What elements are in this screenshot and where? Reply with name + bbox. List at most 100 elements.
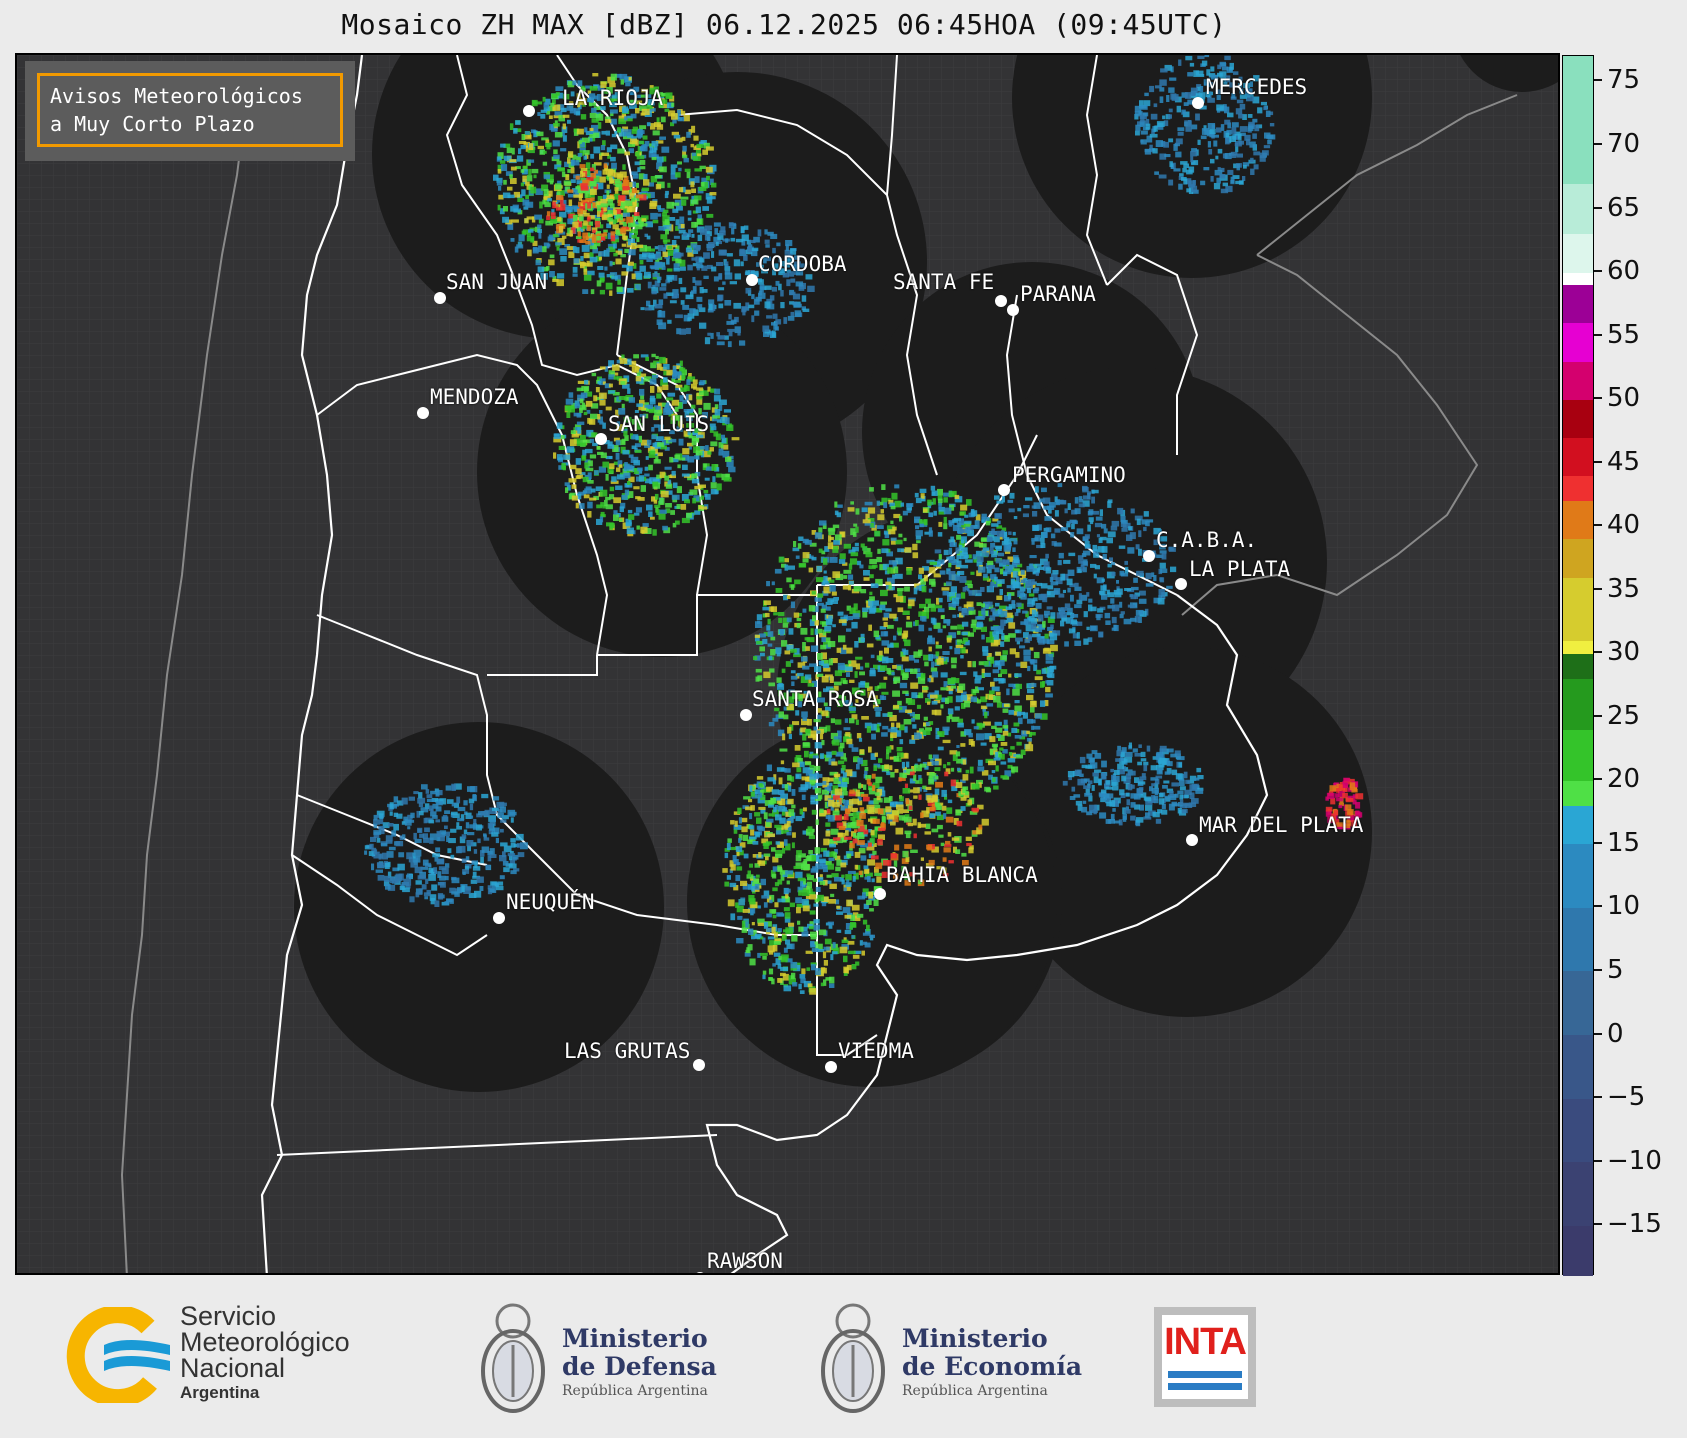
colorbar-band-0 <box>1563 1225 1593 1277</box>
colorbar-band-13 <box>1563 577 1593 642</box>
colorbar-band-7 <box>1563 805 1593 845</box>
city-label-santa-fe: SANTA FE <box>893 270 995 294</box>
city-marker-mar-del-plata <box>1186 834 1198 846</box>
colorbar-tick-mark <box>1594 1032 1602 1035</box>
colorbar-tick-label: 50 <box>1607 383 1641 414</box>
defensa-line1: Ministerio <box>562 1324 708 1353</box>
colorbar-tick-mark <box>1594 270 1602 273</box>
colorbar-band-23 <box>1563 233 1593 273</box>
city-label-mercedes: MERCEDES <box>1206 75 1308 99</box>
colorbar-band-5 <box>1563 907 1593 972</box>
colorbar-band-8 <box>1563 780 1593 807</box>
notice-frame: Avisos Meteorológicos a Muy Corto Plazo <box>37 73 343 147</box>
notice-line1: Avisos Meteorológicos <box>50 84 303 108</box>
colorbar-tick-mark <box>1594 969 1602 971</box>
colorbar-band-18 <box>1563 399 1593 438</box>
city-label-caba: C.A.B.A. <box>1156 528 1258 552</box>
economia-seal-icon <box>821 1303 885 1413</box>
colorbar-tick-label: 30 <box>1607 637 1641 668</box>
city-label-la-rioja: LA RIOJA <box>562 86 664 110</box>
city-label-neuquen: NEUQUÉN <box>506 890 595 914</box>
city-label-parana: PARANA <box>1020 282 1096 306</box>
city-marker-neuquen <box>493 912 505 924</box>
colorbar-tick-label: 60 <box>1607 256 1641 287</box>
city-marker-san-luis <box>595 433 607 445</box>
colorbar-band-21 <box>1563 284 1593 324</box>
colorbar-tick-mark <box>1594 778 1602 781</box>
city-label-san-juan: SAN JUAN <box>446 270 548 294</box>
colorbar-tick-mark <box>1594 1096 1602 1099</box>
colorbar-band-14 <box>1563 538 1593 578</box>
colorbar-band-16 <box>1563 475 1593 502</box>
colorbar-tick-label: −5 <box>1607 1082 1646 1113</box>
colorbar-band-4 <box>1563 971 1593 1036</box>
colorbar-band-24 <box>1563 183 1593 235</box>
colorbar-band-20 <box>1563 322 1593 362</box>
colorbar-tick-mark <box>1594 206 1602 209</box>
city-marker-cordoba <box>746 274 758 286</box>
inta-stripe-2 <box>1168 1383 1242 1390</box>
colorbar-band-17 <box>1563 437 1593 476</box>
city-label-mar-del-plata: MAR DEL PLATA <box>1199 813 1364 837</box>
notice-line2: a Muy Corto Plazo <box>50 112 255 136</box>
colorbar-tick-label: 20 <box>1607 764 1641 795</box>
colorbar-band-11 <box>1563 653 1593 680</box>
economia-line2: de Economía <box>902 1352 1083 1381</box>
colorbar-tick-label: 0 <box>1607 1018 1624 1049</box>
city-marker-santa-fe <box>995 295 1007 307</box>
colorbar-tick-mark <box>1594 587 1602 590</box>
inta-logo: INTA <box>1154 1307 1256 1407</box>
colorbar-tick-label: 40 <box>1607 510 1641 541</box>
colorbar-tick-mark <box>1594 460 1602 463</box>
colorbar-band-1 <box>1563 1161 1593 1226</box>
city-marker-las-grutas <box>693 1059 705 1071</box>
colorbar-band-22 <box>1563 272 1593 286</box>
economia-line3: República Argentina <box>902 1383 1048 1399</box>
inta-logo-text: INTA <box>1164 1321 1247 1363</box>
colorbar-tick-mark <box>1594 524 1602 527</box>
city-label-san-luis: SAN LUIS <box>608 412 710 436</box>
city-label-mendoza: MENDOZA <box>430 385 519 409</box>
smn-logo-icon <box>66 1307 170 1403</box>
inta-logo-frame: INTA <box>1162 1315 1248 1399</box>
colorbar-band-6 <box>1563 843 1593 908</box>
city-marker-pergamino <box>998 484 1010 496</box>
colorbar-tick-label: 75 <box>1607 65 1641 96</box>
colorbar-tick-label: 10 <box>1607 891 1641 922</box>
radar-neuquen <box>294 722 664 1092</box>
city-label-cordoba: CORDOBA <box>758 252 847 276</box>
colorbar-band-3 <box>1563 1034 1593 1099</box>
city-label-bahia-blanca: BAHIA BLANCA <box>886 863 1038 887</box>
city-marker-caba <box>1143 550 1155 562</box>
colorbar-tick-label: −15 <box>1607 1209 1662 1240</box>
colorbar-tick-label: 15 <box>1607 827 1641 858</box>
colorbar-tick-label: 5 <box>1607 955 1624 985</box>
defensa-line2: de Defensa <box>562 1352 717 1381</box>
notice-box: Avisos Meteorológicos a Muy Corto Plazo <box>25 61 355 161</box>
city-marker-san-juan <box>434 292 446 304</box>
colorbar-tick-label: 55 <box>1607 319 1641 350</box>
city-marker-la-rioja <box>523 105 535 117</box>
defensa-seal-icon <box>481 1303 545 1413</box>
colorbar <box>1562 55 1594 1277</box>
radar-map[interactable]: Avisos Meteorológicos a Muy Corto Plazo … <box>15 53 1560 1275</box>
colorbar-band-25 <box>1563 56 1593 184</box>
city-marker-la-plata <box>1175 578 1187 590</box>
economia-line1: Ministerio <box>902 1324 1048 1353</box>
colorbar-tick-mark <box>1594 333 1602 336</box>
defensa-logo-text: Ministerio de Defensa República Argentin… <box>562 1324 717 1400</box>
colorbar-tick-label: 35 <box>1607 573 1641 604</box>
smn-line2: Meteorológico <box>180 1327 350 1357</box>
colorbar-tick-mark <box>1594 841 1602 844</box>
colorbar-tick-label: 25 <box>1607 700 1641 731</box>
city-label-la-plata: LA PLATA <box>1189 557 1291 581</box>
city-marker-bahia-blanca <box>874 888 886 900</box>
defensa-line3: República Argentina <box>562 1383 708 1399</box>
colorbar-tick-mark <box>1594 397 1602 400</box>
inta-stripe-1 <box>1168 1371 1242 1378</box>
city-label-santa-rosa: SANTA ROSA <box>752 687 879 711</box>
colorbar-tick-mark <box>1594 1159 1602 1162</box>
colorbar-tick-label: 45 <box>1607 446 1641 477</box>
colorbar-band-19 <box>1563 361 1593 400</box>
colorbar-tick-label: 70 <box>1607 128 1641 159</box>
